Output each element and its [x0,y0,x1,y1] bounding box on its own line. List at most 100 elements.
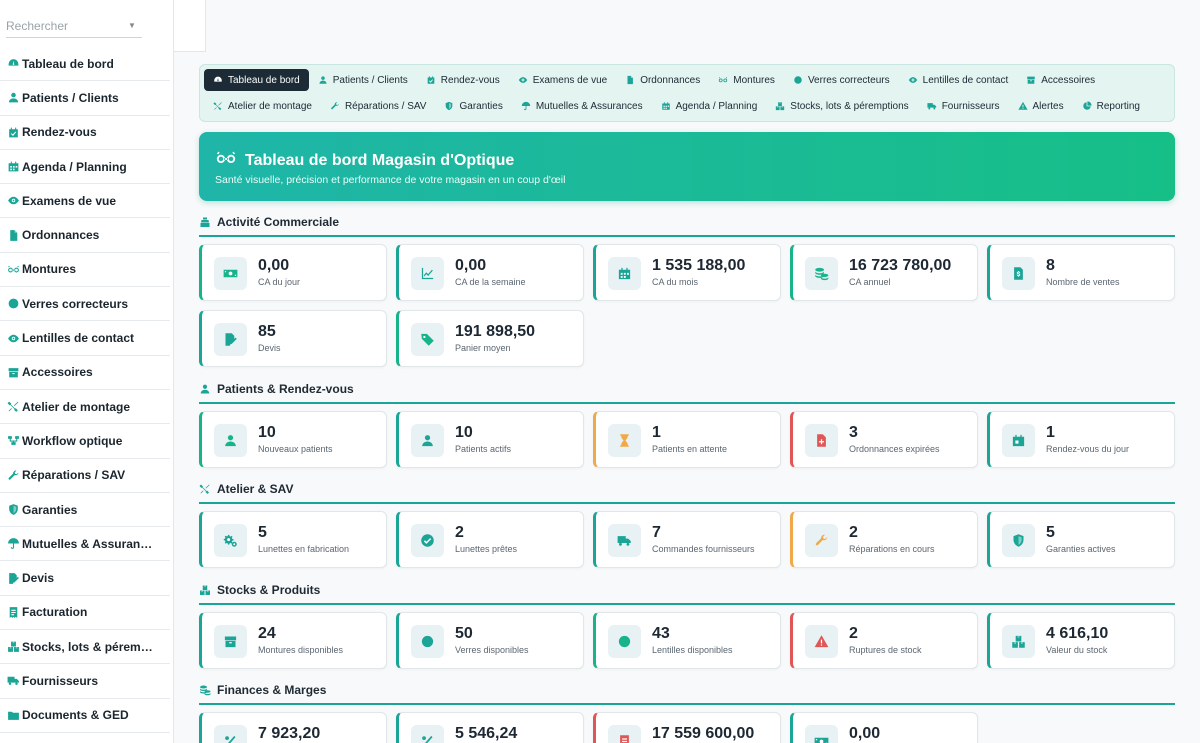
sidebar-item[interactable]: Garanties [0,493,170,528]
kpi-card[interactable]: 85 Devis [199,310,387,367]
nav-tab[interactable]: Agenda / Planning [652,95,767,117]
tags-icon [420,332,435,347]
sidebar-item-label: Réparations / SAV [22,468,126,483]
sidebar-item[interactable]: Réparations / SAV [0,459,170,493]
module-nav: Tableau de bord Patients / Clients Rendez-… [199,64,1175,122]
glasses-icon [718,75,733,85]
kpi-card[interactable]: 0,00 [790,712,978,743]
sidebar-item[interactable]: Montures [0,253,170,288]
kpi-card[interactable]: 10 Patients actifs [396,411,584,468]
kpi-value: 1 [1046,424,1055,441]
hourglass-icon [617,433,632,448]
sidebar-item[interactable]: Facturation [0,596,170,631]
chart-pie-icon [1082,101,1097,111]
kpi-card[interactable]: 1 535 188,00 CA du mois [593,244,781,301]
kpi-card[interactable]: 0,00 CA de la semaine [396,244,584,301]
kpi-card[interactable]: 5 Garanties actives [987,511,1175,568]
nav-tab[interactable]: Alertes [1009,95,1073,117]
sidebar-item[interactable]: Lentilles de contact [0,321,170,356]
kpi-card[interactable]: 50 Verres disponibles [396,612,584,669]
kpi-card[interactable]: 2 Lunettes prêtes [396,511,584,568]
kpi-card[interactable]: 191 898,50 Panier moyen [396,310,584,367]
search-input[interactable] [6,18,124,33]
sidebar-item-label: Stocks, lots & pérem… [22,639,153,654]
sidebar-item-label: Documents & GED [22,708,129,723]
nav-tab[interactable]: Rendez-vous [417,69,509,91]
boxes-icon [775,101,790,111]
sidebar-item-label: Fournisseurs [22,673,99,688]
nav-tab[interactable]: Ordonnances [616,69,709,91]
kpi-card[interactable]: 7 923,20 [199,712,387,743]
sidebar-item[interactable]: Agenda / Planning [0,150,170,185]
sidebar-item[interactable]: Devis [0,561,170,596]
kpi-value: 85 [258,323,276,340]
sidebar-item[interactable]: Examens de vue [0,184,170,219]
section-divider [199,502,1175,504]
nav-tab-label: Mutuelles & Assurances [535,100,643,112]
kpi-card[interactable]: 4 616,10 Valeur du stock [987,612,1175,669]
kpi-card[interactable]: 17 559 600,00 [593,712,781,743]
sidebar-item[interactable]: Rendez-vous [0,116,170,150]
nav-tab[interactable]: Patients / Clients [309,69,417,91]
kpi-card[interactable]: 5 546,24 [396,712,584,743]
kpi-card[interactable]: 5 Lunettes en fabrication [199,511,387,568]
nav-tab-label: Verres correcteurs [807,74,890,86]
kpi-card[interactable]: 7 Commandes fournisseurs [593,511,781,568]
kpi-card[interactable]: 8 Nombre de ventes [987,244,1175,301]
nav-tab[interactable]: Fournisseurs [918,95,1009,117]
sidebar-item[interactable]: Verres correcteurs [0,287,170,322]
sidebar-item[interactable]: Atelier de montage [0,390,170,425]
sidebar-item[interactable]: Accessoires [0,356,170,390]
kpi-value: 1 535 188,00 [652,257,746,274]
section-title: Finances & Marges [199,682,1175,698]
calendar-icon [6,160,20,174]
kpi-card[interactable]: 1 Rendez-vous du jour [987,411,1175,468]
sidebar-item[interactable]: Tableau de bord [0,47,170,82]
nav-tab[interactable]: Réparations / SAV [321,95,436,117]
nav-tab[interactable]: Verres correcteurs [784,69,899,91]
nav-tab[interactable]: Lentilles de contact [899,69,1018,91]
sidebar-item[interactable]: Workflow optique [0,424,170,459]
sidebar-item[interactable]: Stocks, lots & pérem… [0,630,170,665]
sidebar-item-label: Garanties [22,502,78,517]
search-select[interactable]: ▼ [6,14,142,38]
user-icon [223,433,238,448]
sidebar-item[interactable]: Mutuelles & Assuran… [0,527,170,562]
section-divider [199,603,1175,605]
kpi-icon-box [608,424,641,457]
kpi-card[interactable]: 1 Patients en attente [593,411,781,468]
kpi-card[interactable]: 16 723 780,00 CA annuel [790,244,978,301]
sidebar-item[interactable]: Documents & GED [0,699,170,733]
kpi-label: CA du mois [652,277,699,287]
nav-tab[interactable]: Examens de vue [509,69,617,91]
caret-down-icon[interactable]: ▼ [128,21,136,30]
nav-tab[interactable]: Stocks, lots & péremptions [766,95,917,117]
nav-tab-label: Patients / Clients [332,74,408,86]
nav-tab[interactable]: Montures [709,69,784,91]
nav-tab[interactable]: Garanties [435,95,511,117]
nav-tab[interactable]: Accessoires [1017,69,1104,91]
kpi-card[interactable]: 24 Montures disponibles [199,612,387,669]
kpi-card[interactable]: 3 Ordonnances expirées [790,411,978,468]
nav-tab[interactable]: Mutuelles & Assurances [512,95,652,117]
receipt-icon [1011,266,1026,281]
kpi-card[interactable]: 2 Réparations en cours [790,511,978,568]
kpi-label: Rendez-vous du jour [1046,444,1130,454]
sidebar-item[interactable]: Ordonnances [0,218,170,253]
nav-tab[interactable]: Reporting [1073,95,1149,117]
hero-heading: Tableau de bord Magasin d'Optique [215,147,514,174]
boxes-icon [6,640,20,654]
percent-icon [420,734,435,743]
sidebar-item[interactable]: Fournisseurs [0,664,170,699]
kpi-card[interactable]: 2 Ruptures de stock [790,612,978,669]
kpi-card[interactable]: 0,00 CA du jour [199,244,387,301]
kpi-card[interactable]: 43 Lentilles disponibles [593,612,781,669]
section-title: Activité Commerciale [199,214,1175,230]
sidebar-menu: Tableau de bord Patients / Clients Rendez-… [0,47,170,733]
kpi-card[interactable]: 10 Nouveaux patients [199,411,387,468]
nav-tab[interactable]: Tableau de bord [204,69,309,91]
nav-tab[interactable]: Atelier de montage [204,95,321,117]
kpi-icon-box [608,625,641,658]
box-icon [6,365,20,379]
sidebar-item[interactable]: Patients / Clients [0,81,170,116]
